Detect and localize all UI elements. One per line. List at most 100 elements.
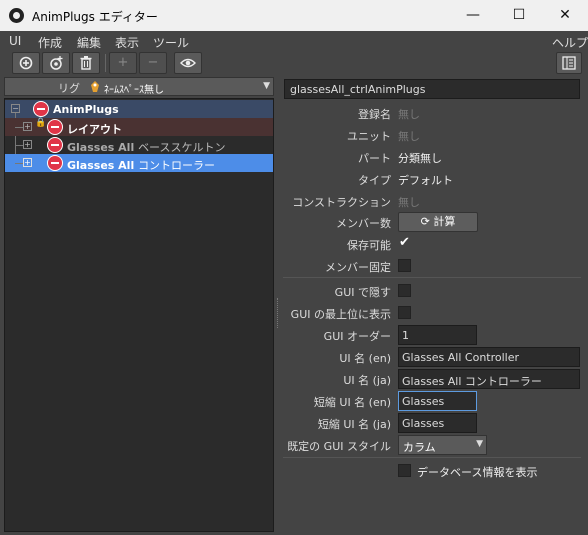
divider xyxy=(283,457,581,458)
prop-label: GUI オーダー xyxy=(323,330,391,343)
add-node-button[interactable] xyxy=(12,52,40,74)
db-info-label[interactable]: データベース情報を表示 xyxy=(417,464,537,480)
rig-tree[interactable]: − AnimPlugs + 🔒 レイアウト + Glasses All ベースス… xyxy=(4,98,274,532)
add-target-icon xyxy=(50,56,63,70)
menu-bar: UI 作成 編集 表示 ツール ヘルプ xyxy=(0,31,588,51)
expand-icon[interactable]: + xyxy=(23,158,32,167)
prop-saveable: 保存可能 ✔ xyxy=(283,234,583,254)
prop-members: メンバー数 ⟳ 計算 xyxy=(283,212,583,232)
minimize-button[interactable]: — xyxy=(450,0,496,31)
prop-value: 無し xyxy=(398,108,420,121)
gui-top-checkbox[interactable] xyxy=(398,306,411,319)
prop-value: 無し xyxy=(398,196,420,209)
prop-registered-name: 登録名 無し xyxy=(283,103,583,123)
prop-short-ui-en: 短縮 UI 名 (en) Glasses xyxy=(283,391,583,411)
prop-short-ui-ja: 短縮 UI 名 (ja) Glasses xyxy=(283,413,583,433)
rig-selector[interactable]: リグ ﾈｰﾑｽﾍﾟｰｽ無し ▼ xyxy=(4,77,274,96)
prop-label: UI 名 (ja) xyxy=(343,374,391,387)
add-node-icon xyxy=(19,56,33,70)
panel-toggle-button[interactable] xyxy=(556,52,582,74)
tree-guide xyxy=(15,145,23,146)
prop-unit: ユニット 無し xyxy=(283,125,583,145)
prop-value: 無し xyxy=(398,130,420,143)
tree-item-root[interactable]: − AnimPlugs xyxy=(5,100,273,118)
member-lock-checkbox[interactable] xyxy=(398,259,411,272)
prop-db-info: データベース情報を表示 xyxy=(283,461,583,481)
prop-gui-hide: GUI で隠す xyxy=(283,281,583,301)
gui-style-value: カラム xyxy=(403,441,436,454)
tree-item-skeleton[interactable]: + Glasses All ベーススケルトン xyxy=(5,136,273,154)
panel-toggle-icon xyxy=(562,56,576,70)
node-name-field[interactable]: glassesAll_ctrlAnimPlugs xyxy=(284,79,580,99)
delete-button[interactable] xyxy=(72,52,100,74)
add-target-button[interactable] xyxy=(42,52,70,74)
prop-label: メンバー数 xyxy=(336,217,391,230)
refresh-icon: ⟳ xyxy=(420,215,430,228)
divider xyxy=(283,277,581,278)
gui-hide-checkbox[interactable] xyxy=(398,284,411,297)
prop-label: タイプ xyxy=(358,174,391,187)
db-info-checkbox[interactable] xyxy=(398,464,411,477)
node-icon xyxy=(33,101,49,117)
splitter-grip xyxy=(277,298,280,328)
node-icon xyxy=(47,119,63,135)
toolbar: + − xyxy=(0,51,588,76)
expand-icon[interactable]: + xyxy=(23,122,32,131)
menu-help[interactable]: ヘルプ xyxy=(552,34,588,51)
collapse-icon[interactable]: − xyxy=(11,104,20,113)
gui-order-field[interactable]: 1 xyxy=(398,325,477,345)
prop-value: デフォルト xyxy=(398,174,453,187)
prop-label: 登録名 xyxy=(358,108,391,121)
window-title: AnimPlugs エディター xyxy=(32,10,158,24)
lock-icon: 🔒 xyxy=(35,118,47,128)
panel-splitter[interactable] xyxy=(276,78,282,532)
saveable-checkbox[interactable]: ✔ xyxy=(398,236,411,250)
prop-ui-name-ja: UI 名 (ja) Glasses All コントローラー xyxy=(283,369,583,389)
expand-icon[interactable]: + xyxy=(23,140,32,149)
tree-item-layout[interactable]: + 🔒 レイアウト xyxy=(5,118,273,136)
menu-create[interactable]: 作成 xyxy=(38,34,62,51)
toolbar-separator xyxy=(105,54,106,72)
tree-item-label: AnimPlugs xyxy=(53,103,119,116)
tree-item-label: Glasses All ベーススケルトン xyxy=(67,141,226,154)
tree-item-label: Glasses All コントローラー xyxy=(67,159,216,172)
tree-item-controller[interactable]: + Glasses All コントローラー xyxy=(5,154,273,172)
prop-gui-style: 既定の GUI スタイル カラム ▼ xyxy=(283,435,583,455)
node-icon xyxy=(47,137,63,153)
visibility-button[interactable] xyxy=(174,52,202,74)
menu-view[interactable]: 表示 xyxy=(115,34,139,51)
tree-item-label: レイアウト xyxy=(67,123,122,136)
prop-ui-name-en: UI 名 (en) Glasses All Controller xyxy=(283,347,583,367)
prop-label: メンバー固定 xyxy=(325,261,391,274)
prop-gui-order: GUI オーダー 1 xyxy=(283,325,583,345)
prop-label: 保存可能 xyxy=(347,239,391,252)
rig-label: リグ xyxy=(58,82,80,95)
animplugs-logo-icon xyxy=(9,8,24,23)
short-ui-name-ja-field[interactable]: Glasses xyxy=(398,413,477,433)
prop-type: タイプ デフォルト xyxy=(283,169,583,189)
menu-edit[interactable]: 編集 xyxy=(77,34,101,51)
prop-label: 短縮 UI 名 (en) xyxy=(313,396,391,409)
minus-button[interactable]: − xyxy=(139,52,167,74)
chevron-down-icon: ▼ xyxy=(476,439,483,449)
prop-label: 既定の GUI スタイル xyxy=(287,440,391,453)
short-ui-name-en-field[interactable]: Glasses xyxy=(398,391,477,411)
eye-icon xyxy=(180,58,196,68)
ui-name-en-field[interactable]: Glasses All Controller xyxy=(398,347,580,367)
gui-style-dropdown[interactable]: カラム ▼ xyxy=(398,435,487,455)
maximize-button[interactable]: ☐ xyxy=(496,0,542,31)
prop-value: 分類無し xyxy=(398,152,442,165)
properties-panel: glassesAll_ctrlAnimPlugs 登録名 無し ユニット 無し … xyxy=(283,78,585,532)
plus-icon: + xyxy=(117,55,129,70)
menu-ui[interactable]: UI xyxy=(9,34,21,48)
calculate-button[interactable]: ⟳ 計算 xyxy=(398,212,478,232)
close-button[interactable]: ✕ xyxy=(542,0,588,31)
prop-member-lock: メンバー固定 xyxy=(283,256,583,276)
title-bar: AnimPlugs エディター — ☐ ✕ xyxy=(0,0,588,31)
plus-button[interactable]: + xyxy=(109,52,137,74)
menu-tools[interactable]: ツール xyxy=(153,34,189,51)
prop-label: GUI の最上位に表示 xyxy=(290,308,391,321)
calculate-label: 計算 xyxy=(433,215,456,228)
prop-label: UI 名 (en) xyxy=(339,352,391,365)
ui-name-ja-field[interactable]: Glasses All コントローラー xyxy=(398,369,580,389)
